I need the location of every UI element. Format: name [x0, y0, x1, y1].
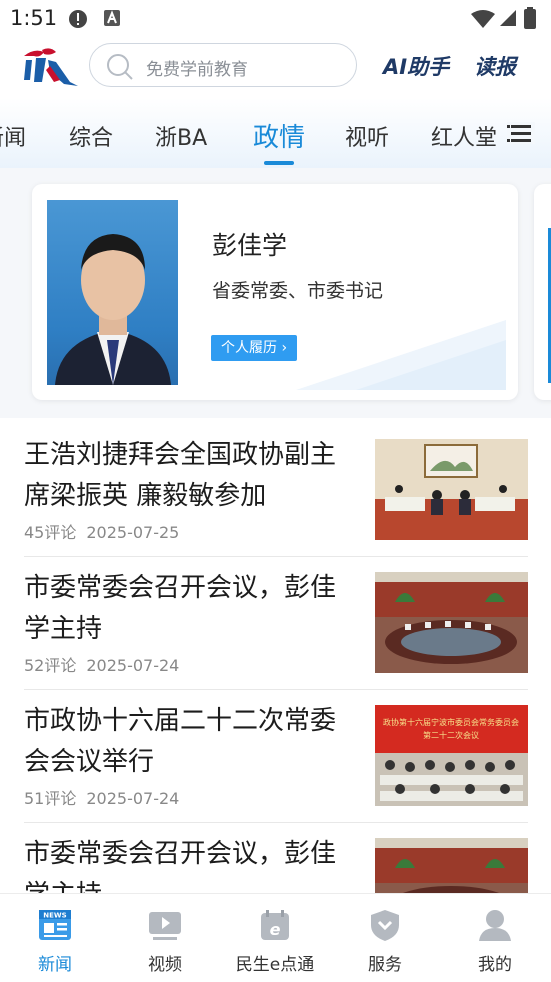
nav-livelihood[interactable]: e 民生e点通 — [220, 894, 330, 982]
list-item[interactable]: 王浩刘捷拜会全国政协副主席梁振英 廉毅敏参加 45评论 2025-07-25 — [24, 425, 528, 557]
read-newspaper-link[interactable]: 读报 — [474, 51, 516, 81]
banner-text: 第二十二次会议 — [423, 730, 479, 740]
leader-portrait — [47, 200, 178, 385]
list-item[interactable]: 市政协十六届二十二次常委会会议举行 51评论 2025-07-24 政协第十六届宁… — [24, 691, 528, 823]
status-time: 1:51 — [10, 6, 58, 30]
battery-icon — [524, 7, 536, 33]
app-logo[interactable] — [20, 46, 80, 86]
resume-button[interactable]: 个人履历 › — [211, 335, 298, 361]
search-icon — [106, 53, 134, 85]
search-input[interactable]: 免费学前教育 — [89, 43, 357, 87]
news-date: 2025-07-24 — [86, 789, 180, 808]
news-thumbnail — [375, 572, 528, 673]
comment-count: 45评论 — [24, 523, 77, 542]
comment-count: 51评论 — [24, 789, 77, 808]
nav-label: 民生e点通 — [235, 955, 315, 975]
news-meta: 45评论 2025-07-25 — [24, 519, 189, 543]
tab-general[interactable]: 综合 — [69, 120, 113, 152]
app-header: 免费学前教育 AI助手 读报 — [0, 36, 551, 98]
leader-profile-card[interactable]: 彭佳学 省委常委、市委书记 个人履历 › — [32, 184, 518, 400]
comment-count: 52评论 — [24, 656, 77, 675]
banner-text: 政协第十六届宁波市委员会常务委员会 — [383, 717, 519, 727]
list-item[interactable]: 市委常委会召开会议，彭佳学主持 52评论 2025-07-24 — [24, 558, 528, 690]
ai-assistant-link[interactable]: AI助手 — [383, 51, 449, 81]
divider — [24, 822, 528, 823]
news-icon: NEWS — [37, 908, 73, 946]
news-title: 市委常委会召开会议，彭佳学主持 — [24, 573, 337, 644]
leader-title: 省委常委、市委书记 — [212, 280, 384, 302]
channel-tabs: 新闻 综合 浙BA 政情 视听 红人堂 — [0, 98, 551, 168]
leader-carousel: 彭佳学 省委常委、市委书记 个人履历 › — [0, 168, 551, 418]
tab-zheba[interactable]: 浙BA — [155, 120, 207, 152]
search-placeholder: 免费学前教育 — [146, 60, 248, 80]
tab-news[interactable]: 新闻 — [0, 120, 26, 152]
tab-politics[interactable]: 政情 — [253, 117, 305, 154]
video-icon — [147, 908, 183, 946]
nav-label: 视频 — [148, 955, 182, 975]
news-date: 2025-07-24 — [86, 656, 180, 675]
alert-icon — [68, 9, 88, 33]
leader-name: 彭佳学 — [212, 231, 288, 260]
accessibility-icon — [103, 9, 121, 31]
nav-news[interactable]: NEWS 新闻 — [0, 894, 110, 982]
status-bar: 1:51 — [0, 0, 551, 36]
active-tab-indicator — [264, 161, 294, 165]
nav-video[interactable]: 视频 — [110, 894, 220, 982]
nav-services[interactable]: 服务 — [330, 894, 440, 982]
next-profile-card[interactable] — [534, 184, 551, 400]
svg-text:NEWS: NEWS — [43, 912, 66, 920]
divider — [24, 556, 528, 557]
news-meta: 51评论 2025-07-24 — [24, 785, 189, 809]
shield-icon — [367, 908, 403, 946]
nav-label: 新闻 — [38, 955, 72, 975]
nav-label: 我的 — [478, 955, 512, 975]
news-thumbnail — [375, 439, 528, 540]
channel-menu-icon[interactable] — [507, 122, 535, 144]
news-meta: 52评论 2025-07-24 — [24, 652, 189, 676]
news-title: 市政协十六届二十二次常委会会议举行 — [24, 706, 337, 777]
tab-influencers[interactable]: 红人堂 — [431, 120, 497, 152]
bottom-nav: NEWS 新闻 视频 e 民生e点通 服务 我的 — [0, 893, 551, 982]
svg-text:e: e — [270, 920, 281, 939]
news-thumbnail: 政协第十六届宁波市委员会常务委员会 第二十二次会议 — [375, 705, 528, 806]
signal-icon — [499, 9, 517, 31]
calendar-e-icon: e — [257, 908, 293, 946]
card-decoration — [296, 320, 506, 390]
news-title: 王浩刘捷拜会全国政协副主席梁振英 廉毅敏参加 — [24, 440, 337, 511]
nav-mine[interactable]: 我的 — [440, 894, 550, 982]
divider — [24, 689, 528, 690]
news-date: 2025-07-25 — [86, 523, 180, 542]
user-icon — [477, 908, 513, 946]
tab-audiovisual[interactable]: 视听 — [345, 120, 389, 152]
wifi-icon — [470, 9, 496, 33]
nav-label: 服务 — [368, 955, 402, 975]
